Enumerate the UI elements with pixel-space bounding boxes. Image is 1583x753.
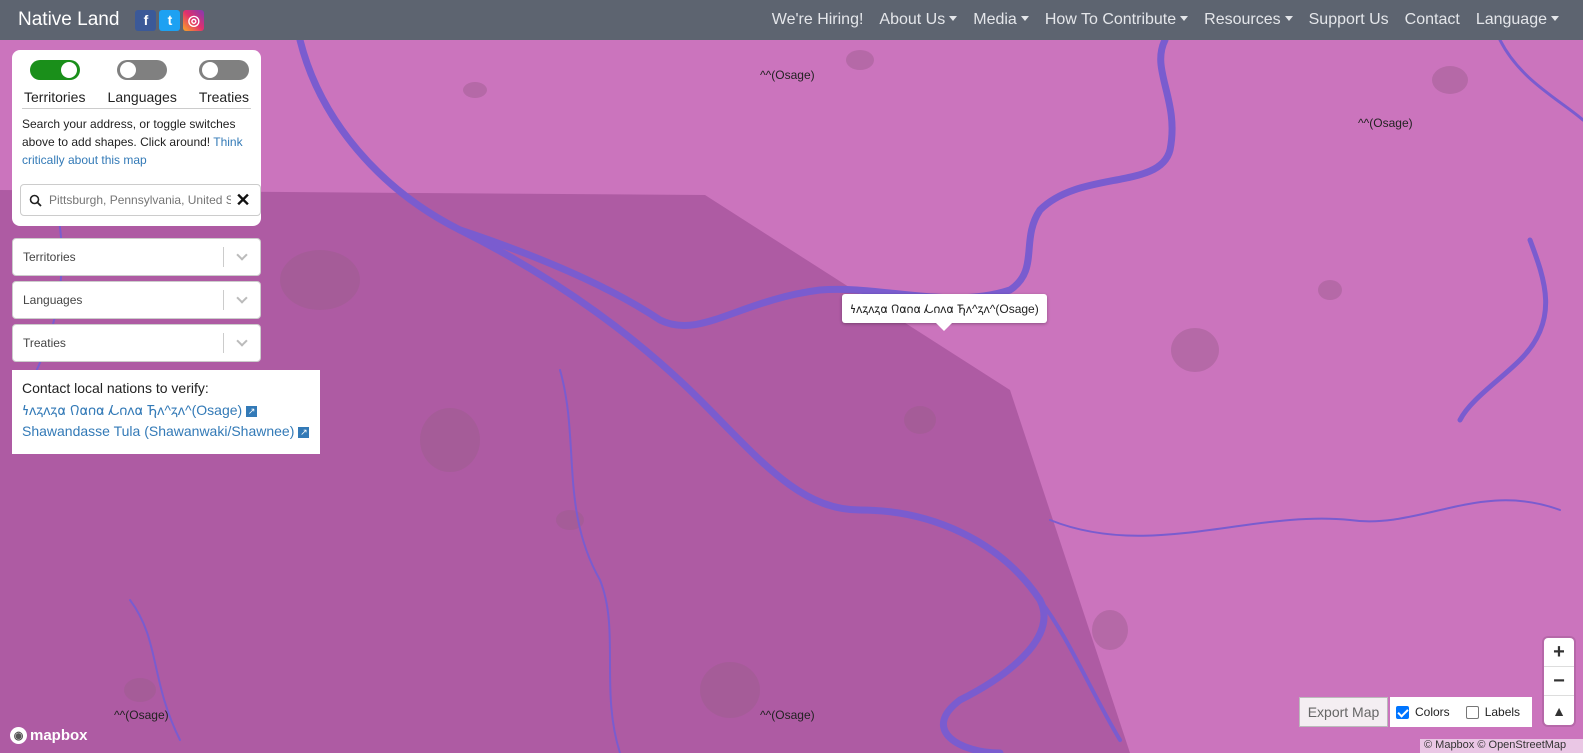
territories-dropdown[interactable]: Territories	[12, 238, 261, 276]
help-text-body: Search your address, or toggle switches …	[22, 117, 236, 149]
zoom-out-button[interactable]: −	[1544, 667, 1574, 696]
nav-item-contact[interactable]: Contact	[1405, 11, 1460, 29]
mapbox-icon: ◉	[10, 727, 27, 744]
nav-item-resources[interactable]: Resources	[1204, 11, 1292, 29]
territories-switch[interactable]	[29, 60, 80, 80]
nav-item-hiring[interactable]: We're Hiring!	[772, 11, 864, 29]
contact-nations-box: Contact local nations to verify: 𐓏𐓘𐓻𐓘𐓻𐓟 …	[12, 370, 320, 454]
app-root: ^^(Osage) ^^(Osage) ^^(Osage) ^^(Osage) …	[0, 0, 1583, 753]
address-search: ✕	[20, 184, 261, 216]
chevron-down-icon	[224, 335, 260, 347]
search-input[interactable]	[49, 193, 231, 207]
nav-item-language[interactable]: Language	[1476, 11, 1559, 29]
labels-label: Labels	[1484, 705, 1521, 719]
clear-search-icon[interactable]: ✕	[231, 190, 255, 211]
zoom-controls: + − ▲	[1544, 638, 1574, 725]
toggle-territories: Territories	[24, 60, 85, 105]
chevron-down-icon	[224, 249, 260, 261]
toggle-label: Languages	[107, 89, 177, 105]
treaties-switch[interactable]	[198, 60, 249, 80]
instagram-icon[interactable]: ◎	[183, 9, 205, 31]
zoom-in-button[interactable]: +	[1544, 638, 1574, 667]
nation-link-osage[interactable]: 𐓏𐓘𐓻𐓘𐓻𐓟 𐒻𐓟𐓣𐓟 𐓁𐓣𐓘𐓟 𐓍𐓘^𐓻𐓘^(Osage) ↗	[22, 400, 310, 421]
languages-switch[interactable]	[117, 60, 168, 80]
nav-item-contribute[interactable]: How To Contribute	[1045, 11, 1188, 29]
toggle-treaties: Treaties	[199, 60, 249, 105]
nation-link-label: 𐓏𐓘𐓻𐓘𐓻𐓟 𐒻𐓟𐓣𐓟 𐓁𐓣𐓘𐓟 𐓍𐓘^𐓻𐓘^(Osage)	[22, 402, 243, 418]
dropdown-label: Treaties	[23, 336, 66, 350]
external-link-icon: ↗	[298, 427, 310, 438]
colors-label: Colors	[1415, 705, 1450, 719]
dropdown-label: Languages	[23, 293, 83, 307]
twitter-icon[interactable]: t	[159, 9, 181, 31]
external-link-icon: ↗	[246, 406, 258, 417]
colors-checkbox[interactable]	[1396, 705, 1409, 719]
help-text: Search your address, or toggle switches …	[12, 109, 261, 169]
nav-item-support[interactable]: Support Us	[1309, 11, 1389, 29]
map-label-osage: ^^(Osage)	[114, 708, 169, 722]
map-popup: 𐓏𐓘𐓻𐓘𐓻𐓟 𐒻𐓟𐓣𐓟 𐓁𐓣𐓘𐓟 𐓍𐓘^𐓻𐓘^(Osage)	[842, 294, 1047, 331]
languages-dropdown[interactable]: Languages	[12, 281, 261, 319]
mapbox-logo[interactable]: ◉ mapbox	[10, 727, 88, 744]
dropdown-label: Territories	[23, 250, 76, 264]
treaties-dropdown[interactable]: Treaties	[12, 324, 261, 362]
contact-title: Contact local nations to verify:	[22, 380, 209, 396]
layer-panel: Territories Languages Treaties Search yo…	[12, 50, 261, 226]
social-links: f t ◎	[135, 9, 205, 31]
nav-item-about[interactable]: About Us	[879, 11, 957, 29]
chevron-down-icon	[224, 292, 260, 304]
toggle-label: Treaties	[198, 89, 249, 105]
facebook-icon[interactable]: f	[135, 9, 157, 31]
map-label-osage: ^^(Osage)	[760, 68, 815, 82]
switch-knob	[201, 62, 218, 78]
switch-knob	[60, 62, 77, 78]
map-label-osage: ^^(Osage)	[760, 708, 815, 722]
toggle-languages: Languages	[108, 60, 177, 105]
map-attribution[interactable]: © Mapbox © OpenStreetMap	[1420, 739, 1583, 753]
nation-link-shawnee[interactable]: Shawandasse Tula (Shawanwaki/Shawnee) ↗	[22, 421, 310, 442]
map-label-osage: ^^(Osage)	[1358, 116, 1413, 130]
top-navbar: Native Land f t ◎ We're Hiring! About Us…	[0, 0, 1583, 40]
export-map-button[interactable]: Export Map	[1299, 697, 1388, 727]
search-icon	[21, 194, 49, 207]
switch-knob	[120, 62, 137, 78]
nav-menu: We're Hiring! About Us Media How To Cont…	[772, 0, 1559, 40]
compass-icon[interactable]: ▲	[1544, 696, 1574, 725]
layer-toggles: Territories Languages Treaties	[12, 50, 261, 105]
toggle-label: Territories	[24, 89, 86, 105]
map-options: Colors Labels	[1390, 697, 1532, 727]
brand-title[interactable]: Native Land	[18, 9, 119, 31]
nation-link-label: Shawandasse Tula (Shawanwaki/Shawnee)	[22, 423, 295, 439]
nav-item-media[interactable]: Media	[973, 11, 1029, 29]
labels-checkbox[interactable]	[1465, 705, 1479, 719]
mapbox-label: mapbox	[30, 727, 88, 744]
